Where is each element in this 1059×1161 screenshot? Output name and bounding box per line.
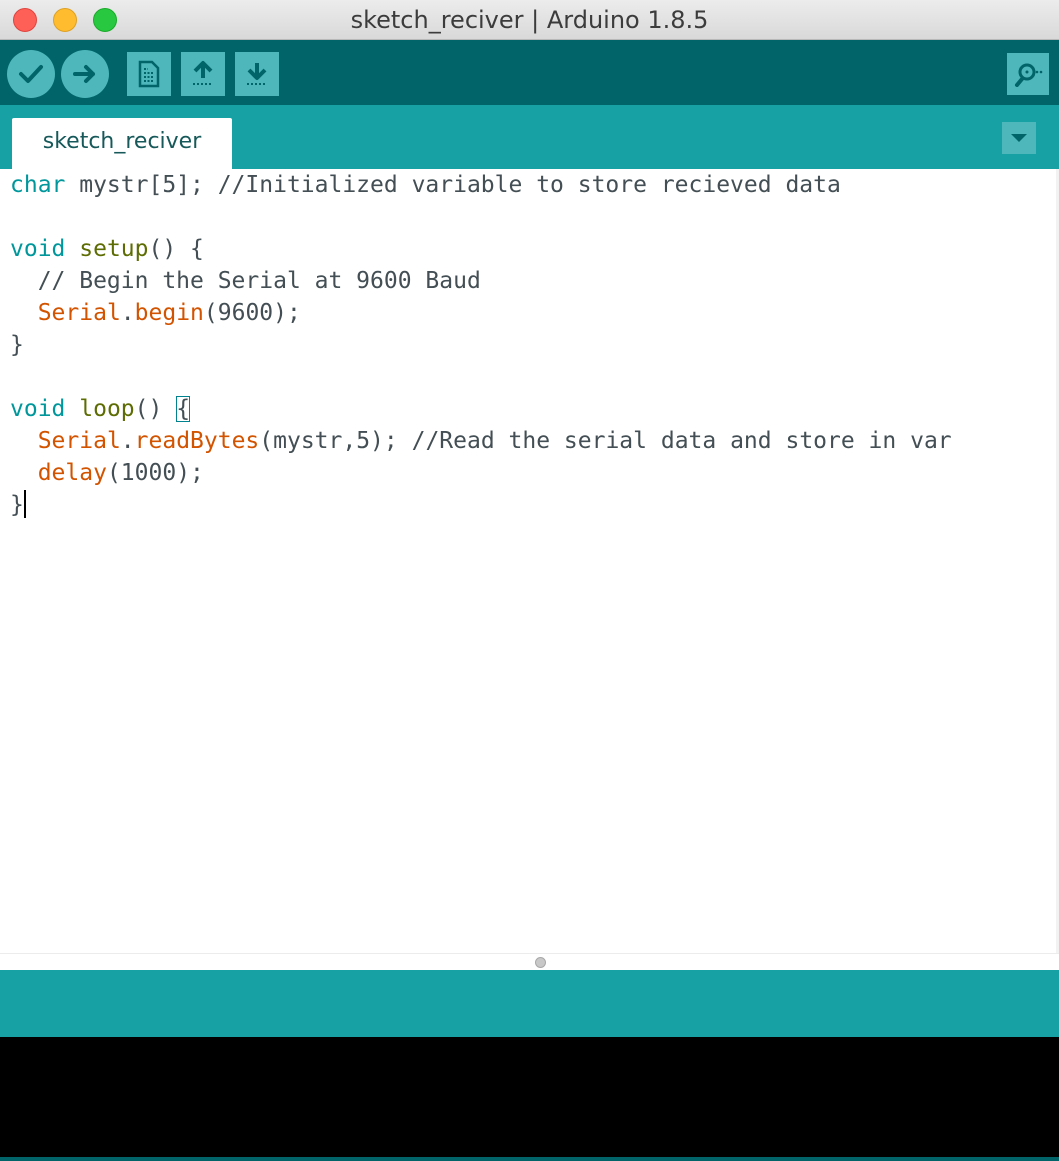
checkmark-icon — [19, 65, 43, 83]
console-output[interactable] — [0, 1037, 1059, 1157]
code-line[interactable]: char mystr[5]; //Initialized variable to… — [10, 169, 952, 201]
code-token: char — [10, 172, 66, 198]
code-token: { — [176, 396, 191, 422]
code-token: (9600); — [203, 300, 301, 326]
text-caret — [23, 490, 26, 518]
code-line[interactable]: Serial.readBytes(mystr,5); //Read the se… — [10, 425, 952, 457]
title-bar: sketch_reciver | Arduino 1.8.5 — [0, 0, 1059, 40]
code-text[interactable]: char mystr[5]; //Initialized variable to… — [10, 169, 952, 521]
tab-bar: sketch_reciver — [0, 105, 1059, 169]
code-token: (mystr,5); //Read the serial data and st… — [259, 428, 952, 454]
upload-button[interactable] — [61, 50, 109, 98]
tab-sketch-reciver[interactable]: sketch_reciver — [12, 118, 232, 169]
code-line[interactable]: } — [10, 329, 952, 361]
code-line[interactable]: void setup() { — [10, 233, 952, 265]
code-token: Serial — [37, 300, 121, 326]
window-title: sketch_reciver | Arduino 1.8.5 — [350, 6, 709, 34]
code-token: . — [120, 300, 135, 326]
serial-monitor-button[interactable] — [1007, 53, 1049, 95]
new-sketch-button[interactable] — [127, 52, 171, 96]
verify-button[interactable] — [7, 50, 55, 98]
code-token: loop — [79, 396, 135, 422]
code-token: setup — [79, 236, 149, 262]
toolbar — [0, 40, 1059, 105]
triangle-down-icon — [1011, 134, 1027, 142]
arrow-down-icon — [247, 63, 267, 85]
code-token: . — [120, 428, 135, 454]
code-line[interactable] — [10, 361, 952, 393]
code-token: void — [10, 236, 66, 262]
code-token: Serial — [37, 428, 121, 454]
arrow-right-icon — [73, 65, 95, 83]
code-editor[interactable]: char mystr[5]; //Initialized variable to… — [0, 169, 1059, 953]
code-token: } — [10, 492, 24, 518]
split-divider[interactable] — [0, 953, 1059, 970]
tab-label: sketch_reciver — [42, 129, 202, 154]
code-token: void — [10, 396, 66, 422]
code-token: begin — [134, 300, 204, 326]
tab-menu-button[interactable] — [1002, 122, 1036, 154]
code-line[interactable]: delay(1000); — [10, 457, 952, 489]
arduino-ide-window: sketch_reciver | Arduino 1.8.5 sketch_re… — [0, 0, 1059, 1161]
code-token: // Begin the Serial at 9600 Baud — [10, 268, 481, 294]
arrow-up-icon — [193, 61, 213, 85]
code-token: mystr[5]; //Initialized variable to stor… — [65, 172, 841, 198]
magnifier-icon — [1015, 63, 1043, 87]
code-token: readBytes — [134, 428, 260, 454]
bottom-strip — [0, 1157, 1059, 1161]
code-token: () — [134, 396, 177, 422]
divider-handle[interactable] — [535, 957, 546, 968]
code-token: () { — [148, 236, 204, 262]
save-sketch-button[interactable] — [235, 52, 279, 96]
new-document-icon — [138, 60, 160, 88]
code-line[interactable]: } — [10, 489, 952, 521]
open-sketch-button[interactable] — [181, 52, 225, 96]
code-line[interactable]: // Begin the Serial at 9600 Baud — [10, 265, 952, 297]
code-line[interactable] — [10, 201, 952, 233]
code-token: (1000); — [106, 460, 204, 486]
code-token: } — [10, 332, 24, 358]
code-line[interactable]: Serial.begin(9600); — [10, 297, 952, 329]
status-bar — [0, 970, 1059, 1037]
code-line[interactable]: void loop() { — [10, 393, 952, 425]
code-token: delay — [37, 460, 107, 486]
